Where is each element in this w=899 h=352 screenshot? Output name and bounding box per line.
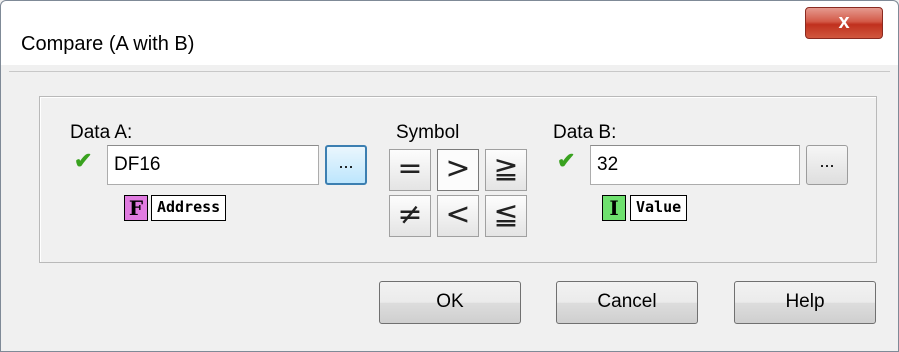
title-bar: Compare (A with B) x	[1, 1, 898, 65]
data-b-input[interactable]: 32	[590, 145, 800, 185]
data-a-browse-button[interactable]: ...	[325, 145, 367, 185]
cancel-button[interactable]: Cancel	[556, 281, 698, 324]
data-b-type-badge-icon: I	[602, 195, 626, 221]
data-b-browse-button[interactable]: ...	[806, 145, 848, 185]
symbol-label: Symbol	[396, 122, 460, 143]
symbol-greater-button[interactable]: >	[437, 149, 479, 191]
dialog-title: Compare (A with B)	[21, 33, 195, 55]
data-b-label: Data B:	[553, 122, 617, 143]
data-a-check-icon: ✔	[74, 148, 93, 173]
data-b-check-icon: ✔	[557, 148, 576, 173]
data-a-type-badge-icon: F	[124, 195, 148, 221]
data-b-type-label: Value	[630, 195, 688, 221]
data-a-type-label: Address	[151, 195, 227, 221]
symbol-greater-equal-button[interactable]: ≧	[485, 149, 527, 191]
close-button[interactable]: x	[805, 7, 883, 39]
symbol-equal-button[interactable]: =	[389, 149, 431, 191]
data-a-label: Data A:	[70, 122, 133, 143]
symbol-less-equal-button[interactable]: ≦	[485, 195, 527, 237]
help-button[interactable]: Help	[734, 281, 876, 324]
ok-button[interactable]: OK	[379, 281, 521, 324]
data-a-input[interactable]: DF16	[107, 145, 319, 185]
symbol-not-equal-button[interactable]: ≠	[389, 195, 431, 237]
symbol-less-button[interactable]: <	[437, 195, 479, 237]
